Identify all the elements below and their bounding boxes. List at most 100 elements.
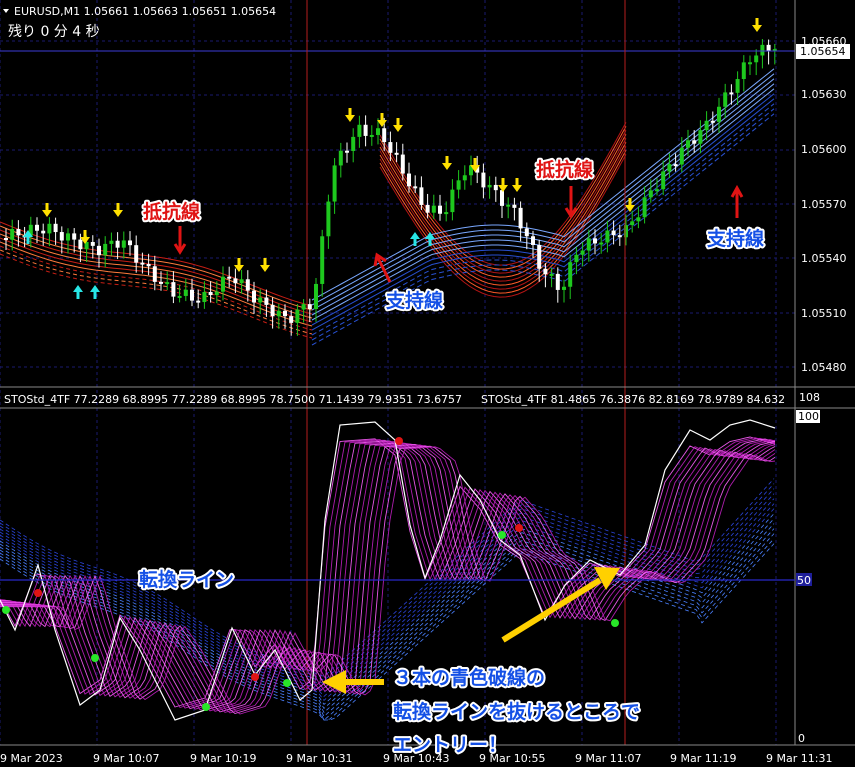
candle-body xyxy=(568,262,573,287)
time-tick: 9 Mar 10:19 xyxy=(190,752,256,765)
candle-body xyxy=(667,164,672,172)
candle-body xyxy=(754,55,759,63)
candle-body xyxy=(493,184,498,191)
candle-body xyxy=(611,230,616,236)
candle-body xyxy=(320,236,325,284)
price-tick: 1.05540 xyxy=(801,252,847,265)
candle-body xyxy=(555,273,560,290)
resistance-label-1: 抵抗線 xyxy=(143,200,200,223)
candle-body xyxy=(574,254,579,263)
candle-body xyxy=(717,106,721,122)
candle-body xyxy=(41,230,46,234)
candle-body xyxy=(512,204,517,208)
candle-body xyxy=(431,205,436,213)
candle-body xyxy=(524,228,529,237)
candle-body xyxy=(103,243,108,256)
candle-body xyxy=(586,238,591,251)
time-tick: 9 Mar 10:31 xyxy=(286,752,352,765)
candle-body xyxy=(245,279,250,291)
candle-body xyxy=(252,290,256,303)
candle-body xyxy=(394,152,399,155)
candle-body xyxy=(518,207,523,229)
candle-body xyxy=(679,147,684,165)
candle-body xyxy=(264,297,269,305)
price-tick: 1.05510 xyxy=(801,307,847,320)
candle-body xyxy=(134,245,139,263)
candle-body xyxy=(729,92,734,95)
candle-body xyxy=(456,180,461,190)
time-tick: 9 Mar 11:07 xyxy=(575,752,641,765)
candle-body xyxy=(351,136,356,151)
candle-body xyxy=(140,262,145,265)
candle-body xyxy=(450,189,455,213)
candle-body xyxy=(121,240,126,248)
stoch-signal-dot xyxy=(395,437,403,445)
candle-body xyxy=(90,242,95,246)
chart-symbol-header: EURUSD,M1 1.05661 1.05663 1.05651 1.0565… xyxy=(14,5,276,18)
candle-body xyxy=(723,92,728,107)
candle-body xyxy=(673,164,678,167)
stoch-signal-dot xyxy=(251,673,259,681)
candle-body xyxy=(4,238,8,240)
candle-body xyxy=(593,238,597,244)
candle-body xyxy=(376,128,380,135)
remaining-time-label: 残り 0 分 4 秒 xyxy=(8,24,100,40)
candle-body xyxy=(53,223,58,233)
candle-body xyxy=(648,190,653,198)
candle-body xyxy=(487,184,492,188)
candle-body xyxy=(382,128,387,143)
time-tick: 9 Mar 2023 xyxy=(0,752,63,765)
candle-body xyxy=(314,283,318,310)
candle-body xyxy=(419,187,424,205)
candle-body xyxy=(16,228,21,236)
candle-body xyxy=(115,240,120,248)
candle-body xyxy=(580,250,585,255)
entry-note-line1: ３本の青色破線の xyxy=(393,666,545,689)
candle-body xyxy=(413,186,418,189)
candle-body xyxy=(171,282,176,297)
candle-body xyxy=(289,316,294,323)
resistance-label-2: 抵抗線 xyxy=(536,158,593,181)
stoch-signal-dot xyxy=(34,589,42,597)
candle-body xyxy=(506,204,511,207)
candle-body xyxy=(748,62,752,65)
time-tick: 9 Mar 11:31 xyxy=(766,752,832,765)
candle-body xyxy=(562,286,566,290)
stoch-signal-dot xyxy=(498,531,506,539)
candle-body xyxy=(698,130,703,144)
candle-body xyxy=(326,201,331,237)
candle-body xyxy=(233,278,238,284)
indicator-axis-50: 50 xyxy=(797,574,811,587)
candle-body xyxy=(202,292,207,303)
candle-body xyxy=(642,197,647,218)
candle-body xyxy=(239,279,244,284)
candle-body xyxy=(735,79,740,93)
trading-chart[interactable]: EURUSD,M1 1.05661 1.05663 1.05651 1.0565… xyxy=(0,0,855,767)
candle-body xyxy=(543,268,548,275)
support-label-2: 支持線 xyxy=(706,227,764,250)
candle-body xyxy=(47,223,52,234)
candle-body xyxy=(183,289,188,296)
candle-body xyxy=(35,224,39,231)
stoch-signal-dot xyxy=(611,619,619,627)
candle-body xyxy=(549,273,554,276)
candle-body xyxy=(599,242,604,245)
candle-body xyxy=(760,44,765,56)
stoch-signal-dot xyxy=(91,654,99,662)
candle-body xyxy=(704,120,709,131)
price-tick: 1.05600 xyxy=(801,143,847,156)
candle-body xyxy=(159,281,163,284)
candle-body xyxy=(369,134,374,137)
candle-body xyxy=(766,44,771,52)
stoch-signal-dot xyxy=(283,679,291,687)
candle-body xyxy=(72,233,77,240)
support-label-1: 支持線 xyxy=(385,289,443,312)
candle-body xyxy=(109,240,114,244)
candle-body xyxy=(363,124,368,136)
candle-body xyxy=(500,190,504,206)
candle-body xyxy=(196,300,201,303)
candle-body xyxy=(227,276,232,279)
indicator-axis-100: 100 xyxy=(798,410,819,423)
entry-note-line2: 転換ラインを抜けるところで xyxy=(393,700,640,723)
candle-body xyxy=(332,165,337,202)
